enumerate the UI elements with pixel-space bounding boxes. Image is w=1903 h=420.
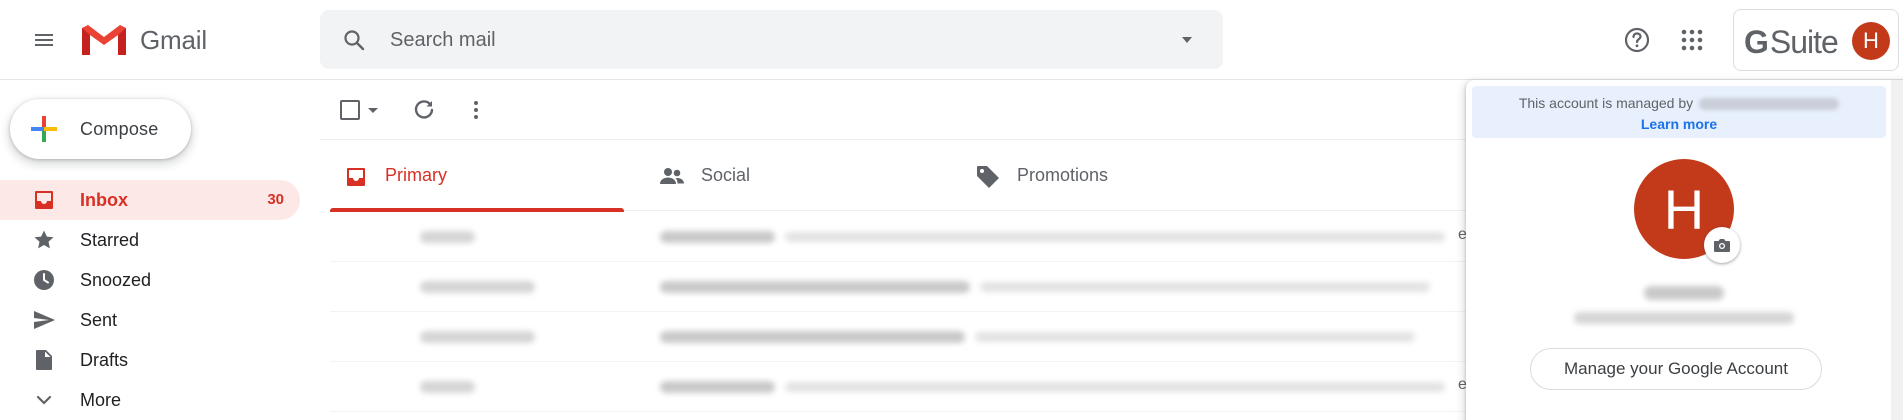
change-photo-button[interactable]	[1704, 227, 1740, 263]
category-tabs: Primary Social Promotions	[330, 141, 1470, 212]
main-menu-button[interactable]	[24, 20, 64, 60]
help-icon	[1624, 27, 1650, 53]
tab-social[interactable]: Social	[646, 141, 940, 211]
tab-label: Social	[701, 165, 751, 185]
checkbox-square	[340, 100, 360, 120]
gsuite-g-letter: G	[1744, 24, 1769, 60]
sidebar-item-snoozed[interactable]: Snoozed	[0, 260, 300, 300]
gmail-logo[interactable]: Gmail	[80, 20, 207, 60]
blurred-sender	[420, 331, 535, 343]
gsuite-logo: G Suite	[1744, 24, 1839, 61]
sidebar-item-drafts[interactable]: Drafts	[0, 340, 300, 380]
compose-button[interactable]: Compose	[10, 99, 191, 159]
blurred-sender	[420, 381, 475, 393]
search-icon	[344, 30, 365, 51]
app-name: Gmail	[140, 24, 207, 55]
tab-promotions[interactable]: Promotions	[962, 141, 1256, 211]
blurred-subject	[660, 231, 775, 243]
blurred-sender	[420, 281, 535, 293]
hamburger-menu-icon	[35, 34, 53, 46]
table-row[interactable]: e	[330, 362, 1470, 412]
blurred-subject	[660, 381, 775, 393]
send-icon	[32, 308, 56, 332]
learn-more-link[interactable]: Learn more	[1472, 116, 1886, 132]
blurred-snippet	[975, 332, 1415, 342]
caret-down-icon	[1182, 37, 1192, 43]
plus-icon	[31, 116, 57, 142]
inbox-icon	[32, 188, 56, 212]
draft-icon	[32, 348, 56, 372]
blurred-account-email	[1574, 312, 1794, 324]
manage-google-account-button[interactable]: Manage your Google Account	[1530, 348, 1822, 390]
table-row[interactable]	[330, 262, 1470, 312]
select-all-checkbox[interactable]	[340, 98, 384, 122]
gsuite-word: Suite	[1769, 24, 1839, 60]
table-row[interactable]: e	[330, 212, 1470, 262]
tag-icon	[974, 163, 1002, 191]
compose-label: Compose	[80, 119, 159, 139]
chevron-down-icon	[32, 388, 56, 412]
unread-count-badge: 30	[267, 191, 284, 208]
top-header: Gmail G Suite H	[0, 0, 1903, 80]
managed-text: This account is managed by	[1472, 95, 1886, 111]
search-input[interactable]	[390, 24, 1130, 56]
blurred-domain	[1699, 98, 1840, 111]
email-list: e e	[330, 212, 1470, 412]
sidebar-item-label: Inbox	[80, 190, 128, 210]
list-toolbar	[320, 80, 1470, 140]
table-row[interactable]	[330, 312, 1470, 362]
account-popup: This account is managed by Learn more H …	[1466, 80, 1903, 420]
sidebar-item-label: More	[80, 390, 122, 410]
sidebar-item-more[interactable]: More	[0, 380, 300, 420]
sidebar-item-label: Snoozed	[80, 270, 152, 290]
search-bar	[320, 10, 1223, 69]
star-icon	[32, 228, 56, 252]
search-button[interactable]	[338, 24, 370, 56]
managed-label: This account is managed by	[1518, 95, 1694, 111]
refresh-icon	[414, 100, 434, 119]
support-button[interactable]	[1617, 20, 1657, 60]
managed-account-banner: This account is managed by Learn more	[1472, 86, 1886, 138]
more-vert-icon	[474, 101, 478, 119]
tab-label: Promotions	[1017, 165, 1109, 185]
popup-scrollbar[interactable]	[1891, 80, 1903, 420]
google-apps-button[interactable]	[1672, 20, 1712, 60]
blurred-snippet	[785, 382, 1445, 392]
tab-label: Primary	[385, 165, 447, 185]
blurred-sender	[420, 231, 475, 243]
gmail-m-icon	[82, 25, 126, 55]
sidebar-item-inbox[interactable]: Inbox 30	[0, 180, 300, 220]
blurred-snippet	[980, 282, 1430, 292]
blurred-account-name	[1644, 286, 1724, 300]
blurred-subject	[660, 281, 970, 293]
account-button[interactable]: G Suite H	[1733, 9, 1899, 71]
sidebar-nav: Inbox 30 Starred Snoozed Sent Drafts Mor…	[0, 180, 300, 420]
caret-down-icon	[368, 108, 378, 113]
sidebar-item-starred[interactable]: Starred	[0, 220, 300, 260]
sidebar-item-label: Drafts	[80, 350, 129, 370]
camera-icon	[1714, 239, 1730, 252]
sidebar-item-label: Starred	[80, 230, 140, 250]
more-options-button[interactable]	[464, 98, 488, 122]
inbox-icon	[342, 163, 370, 191]
apps-grid-icon	[1681, 29, 1703, 51]
sidebar-item-sent[interactable]: Sent	[0, 300, 300, 340]
avatar: H	[1852, 22, 1890, 60]
sidebar-item-label: Sent	[80, 310, 118, 330]
blurred-snippet	[785, 232, 1445, 242]
people-icon	[658, 163, 686, 191]
tab-primary[interactable]: Primary	[330, 141, 624, 212]
search-options-button[interactable]	[1171, 24, 1203, 56]
clock-icon	[32, 268, 56, 292]
refresh-button[interactable]	[412, 98, 436, 122]
blurred-subject	[660, 331, 965, 343]
